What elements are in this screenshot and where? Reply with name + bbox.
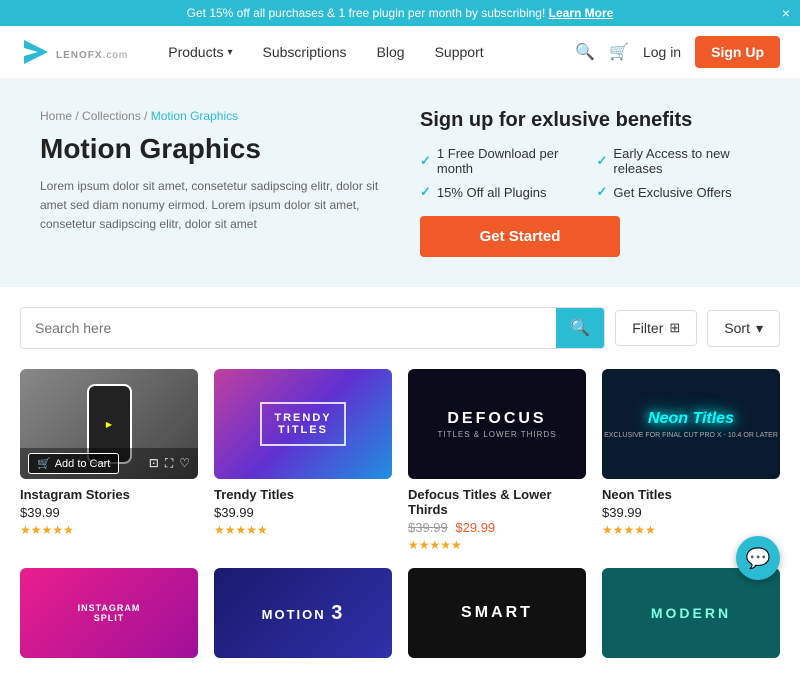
- card1-overlay: 🛒 Add to Cart ⊡ ⛶ ♡: [20, 448, 198, 479]
- product-stars-2: ★★★★★: [214, 523, 392, 537]
- benefits-col-left: ✓ 1 Free Download per month ✓ 15% Off al…: [420, 146, 577, 200]
- breadcrumb-home[interactable]: Home: [40, 109, 72, 123]
- header-actions: 🔍 🛒 Log in Sign Up: [575, 36, 780, 68]
- hero-section: Home / Collections / Motion Graphics Mot…: [0, 79, 800, 287]
- add-to-cart-button-1[interactable]: 🛒 Add to Cart: [28, 453, 119, 474]
- filter-icon: ⊞: [669, 320, 680, 336]
- search-icon[interactable]: 🔍: [575, 42, 595, 62]
- check-icon-2: ✓: [420, 184, 431, 200]
- cart-icon[interactable]: 🛒: [609, 42, 629, 62]
- product-stars-3: ★★★★★: [408, 538, 586, 552]
- product-thumb-5: INSTAGRAMSPLIT: [20, 568, 198, 658]
- favorite-icon-1[interactable]: ♡: [179, 456, 190, 471]
- main-nav: Products ▾ Subscriptions Blog Support: [168, 44, 555, 60]
- product-grid-row1: ▶ 🛒 Add to Cart ⊡ ⛶ ♡ Instagram Stories: [20, 369, 780, 552]
- sort-label: Sort: [724, 320, 750, 336]
- product-card-7[interactable]: SMART: [408, 568, 586, 666]
- product-stars-4: ★★★★★: [602, 523, 780, 537]
- banner-link[interactable]: Learn More: [549, 6, 614, 20]
- hero-description: Lorem ipsum dolor sit amet, consetetur s…: [40, 177, 380, 235]
- product-price-1: $39.99: [20, 505, 198, 520]
- page-title: Motion Graphics: [40, 133, 380, 165]
- logo[interactable]: LENOFX.com: [20, 36, 128, 68]
- product-name-3: Defocus Titles & Lower Thirds: [408, 487, 586, 517]
- product-thumb-1: ▶ 🛒 Add to Cart ⊡ ⛶ ♡: [20, 369, 198, 479]
- benefits-col-right: ✓ Early Access to new releases ✓ Get Exc…: [597, 146, 760, 200]
- login-link[interactable]: Log in: [643, 44, 681, 60]
- nav-products[interactable]: Products ▾: [168, 44, 232, 60]
- banner-close-button[interactable]: ×: [782, 5, 790, 21]
- chevron-down-icon: ▾: [756, 320, 763, 337]
- chat-button[interactable]: 💬: [736, 536, 780, 580]
- product-price-4: $39.99: [602, 505, 780, 520]
- product-card-6[interactable]: MOTION 3: [214, 568, 392, 666]
- products-section: 🔍 Filter ⊞ Sort ▾ ▶ 🛒: [0, 287, 800, 686]
- filter-label: Filter: [632, 320, 663, 336]
- search-button[interactable]: 🔍: [556, 308, 604, 348]
- expand-icon-1[interactable]: ⛶: [165, 456, 173, 471]
- product-price-3: $39.99 $29.99: [408, 520, 586, 535]
- product-thumb-6: MOTION 3: [214, 568, 392, 658]
- product-card-5[interactable]: INSTAGRAMSPLIT: [20, 568, 198, 666]
- search-wrapper: 🔍: [20, 307, 605, 349]
- filter-button[interactable]: Filter ⊞: [615, 310, 697, 346]
- hero-left: Home / Collections / Motion Graphics Mot…: [40, 109, 380, 257]
- product-thumb-7: SMART: [408, 568, 586, 658]
- chevron-down-icon: ▾: [227, 47, 232, 58]
- product-card-3[interactable]: DEFOCUS TITLES & LOWER THIRDS Defocus Ti…: [408, 369, 586, 552]
- product-card-2[interactable]: TRENDY TITLES Trendy Titles $39.99 ★★★★★: [214, 369, 392, 552]
- product-name-2: Trendy Titles: [214, 487, 392, 502]
- logo-text: LENOFX.com: [56, 42, 128, 63]
- product-card-8[interactable]: MODERN: [602, 568, 780, 666]
- breadcrumb-current: Motion Graphics: [151, 109, 238, 123]
- search-icon: 🔍: [570, 320, 590, 337]
- benefit-4: ✓ Get Exclusive Offers: [597, 184, 760, 200]
- thumb-icons-1: ⊡ ⛶ ♡: [149, 456, 190, 471]
- banner-text: Get 15% off all purchases & 1 free plugi…: [187, 6, 546, 20]
- top-banner: Get 15% off all purchases & 1 free plugi…: [0, 0, 800, 26]
- benefits-list: ✓ 1 Free Download per month ✓ 15% Off al…: [420, 146, 760, 200]
- product-price-2: $39.99: [214, 505, 392, 520]
- search-filter-row: 🔍 Filter ⊞ Sort ▾: [20, 307, 780, 349]
- product-card-4[interactable]: Neon Titles EXCLUSIVE FOR FINAL CUT PRO …: [602, 369, 780, 552]
- product-card-1[interactable]: ▶ 🛒 Add to Cart ⊡ ⛶ ♡ Instagram Stories: [20, 369, 198, 552]
- preview-icon-1[interactable]: ⊡: [149, 456, 159, 471]
- product-grid-row2: INSTAGRAMSPLIT MOTION 3 SMART MODERN: [20, 568, 780, 666]
- cart-icon: 🛒: [37, 457, 51, 470]
- search-input[interactable]: [21, 308, 556, 348]
- product-thumb-8: MODERN: [602, 568, 780, 658]
- product-stars-1: ★★★★★: [20, 523, 198, 537]
- nav-blog[interactable]: Blog: [377, 44, 405, 60]
- check-icon-3: ✓: [597, 153, 608, 169]
- chat-icon: 💬: [746, 546, 771, 571]
- nav-subscriptions[interactable]: Subscriptions: [263, 44, 347, 60]
- product-thumb-2: TRENDY TITLES: [214, 369, 392, 479]
- breadcrumb: Home / Collections / Motion Graphics: [40, 109, 380, 123]
- product-name-1: Instagram Stories: [20, 487, 198, 502]
- benefit-1: ✓ 1 Free Download per month: [420, 146, 577, 176]
- product-name-4: Neon Titles: [602, 487, 780, 502]
- signup-benefits-title: Sign up for exlusive benefits: [420, 109, 760, 132]
- breadcrumb-collections[interactable]: Collections: [82, 109, 141, 123]
- signup-button[interactable]: Sign Up: [695, 36, 780, 68]
- product-thumb-4: Neon Titles EXCLUSIVE FOR FINAL CUT PRO …: [602, 369, 780, 479]
- sort-button[interactable]: Sort ▾: [707, 310, 780, 347]
- check-icon-1: ✓: [420, 153, 431, 169]
- get-started-button[interactable]: Get Started: [420, 216, 620, 257]
- hero-right: Sign up for exlusive benefits ✓ 1 Free D…: [420, 109, 760, 257]
- header: LENOFX.com Products ▾ Subscriptions Blog…: [0, 26, 800, 79]
- benefit-3: ✓ Early Access to new releases: [597, 146, 760, 176]
- product-thumb-3: DEFOCUS TITLES & LOWER THIRDS: [408, 369, 586, 479]
- check-icon-4: ✓: [597, 184, 608, 200]
- logo-icon: [20, 36, 52, 68]
- benefit-2: ✓ 15% Off all Plugins: [420, 184, 577, 200]
- nav-support[interactable]: Support: [435, 44, 484, 60]
